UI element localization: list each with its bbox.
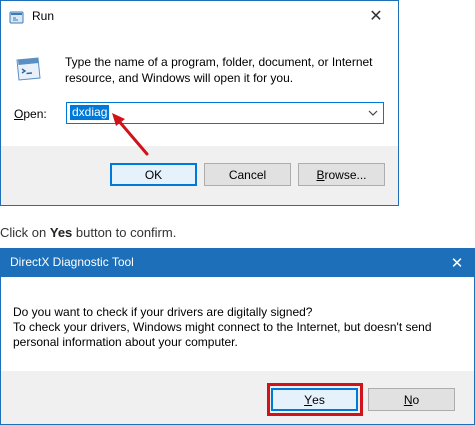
close-icon[interactable]: ✕ xyxy=(440,248,474,278)
directx-message-line1: Do you want to check if your drivers are… xyxy=(13,305,313,319)
no-button[interactable]: No xyxy=(368,388,455,411)
run-title: Run xyxy=(32,9,55,23)
run-titlebar[interactable]: Run ✕ xyxy=(1,1,398,32)
directx-message-line2: To check your drivers, Windows might con… xyxy=(13,320,432,349)
browse-button[interactable]: Browse... xyxy=(298,163,385,186)
directx-message: Do you want to check if your drivers are… xyxy=(13,305,463,350)
ok-button[interactable]: OK xyxy=(110,163,197,186)
cancel-button[interactable]: Cancel xyxy=(204,163,291,186)
run-large-icon xyxy=(16,57,41,81)
annotation-arrow xyxy=(112,113,149,156)
directx-title: DirectX Diagnostic Tool xyxy=(10,255,134,269)
directx-titlebar[interactable]: DirectX Diagnostic Tool ✕ xyxy=(1,249,474,277)
close-icon[interactable]: ✕ xyxy=(354,1,398,31)
chevron-down-icon[interactable] xyxy=(366,105,380,121)
directx-dialog: DirectX Diagnostic Tool ✕ Do you want to… xyxy=(0,248,475,425)
run-app-icon xyxy=(9,11,24,24)
open-label: Open: xyxy=(14,107,47,121)
instruction-caption: Click on Yes button to confirm. xyxy=(0,225,177,240)
run-instructions: Type the name of a program, folder, docu… xyxy=(65,55,373,85)
yes-button[interactable]: Yes xyxy=(271,388,358,411)
